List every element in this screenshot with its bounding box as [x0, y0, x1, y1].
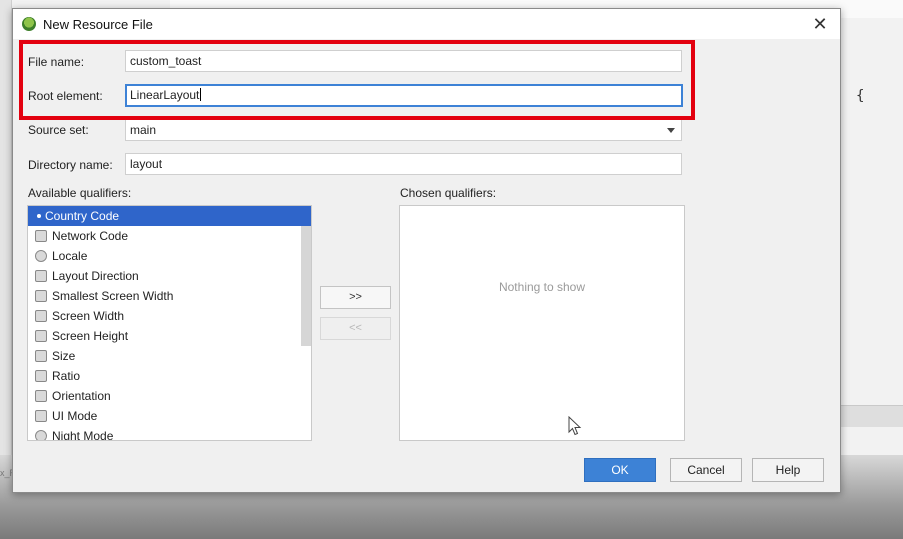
qualifier-item-network-code[interactable]: Network Code — [28, 226, 311, 246]
ide-panel-divider — [838, 405, 903, 427]
empty-state-text: Nothing to show — [498, 280, 586, 294]
qualifier-item-country-code[interactable]: Country Code — [28, 206, 311, 226]
qualifier-label: Screen Width — [52, 309, 125, 323]
qualifier-item-screen-height[interactable]: Screen Height — [28, 326, 311, 346]
ratio-icon — [35, 370, 47, 382]
available-qualifiers-label: Available qualifiers: — [28, 186, 132, 200]
qualifier-item-smallest-screen-width[interactable]: Smallest Screen Width — [28, 286, 311, 306]
source-set-dropdown[interactable]: main — [125, 119, 682, 141]
directory-name-input[interactable]: layout — [125, 153, 682, 175]
add-qualifier-button[interactable]: >> — [320, 286, 391, 309]
available-qualifiers-list[interactable]: Country Code Network Code Locale Layout … — [27, 205, 312, 441]
chosen-qualifiers-label: Chosen qualifiers: — [400, 186, 497, 200]
annotation-highlight-box — [19, 40, 695, 120]
qualifier-label: Country Code — [45, 209, 120, 223]
bullet-icon — [37, 214, 41, 218]
screen-height-icon — [35, 330, 47, 342]
size-icon — [35, 350, 47, 362]
qualifier-item-ratio[interactable]: Ratio — [28, 366, 311, 386]
remove-qualifier-button[interactable]: << — [320, 317, 391, 340]
source-set-label: Source set: — [28, 123, 89, 137]
night-mode-icon — [35, 430, 47, 440]
ide-gutter — [0, 0, 12, 470]
chosen-qualifiers-panel[interactable]: Nothing to show — [399, 205, 685, 441]
directory-name-label: Directory name: — [28, 158, 113, 172]
ok-button[interactable]: OK — [584, 458, 656, 482]
qualifier-label: Night Mode — [52, 429, 114, 441]
chevron-down-icon — [667, 128, 675, 133]
qualifier-label: Size — [52, 349, 76, 363]
android-studio-icon — [22, 17, 36, 31]
qualifier-item-locale[interactable]: Locale — [28, 246, 311, 266]
qualifier-label: UI Mode — [52, 409, 98, 423]
layout-direction-icon — [35, 270, 47, 282]
network-code-icon — [35, 230, 47, 242]
dialog-title: New Resource File — [43, 16, 153, 32]
source-set-value: main — [130, 123, 157, 137]
qualifier-item-layout-direction[interactable]: Layout Direction — [28, 266, 311, 286]
directory-name-value: layout — [130, 157, 163, 171]
qualifier-item-screen-width[interactable]: Screen Width — [28, 306, 311, 326]
qualifier-label: Ratio — [52, 369, 81, 383]
qualifier-item-size[interactable]: Size — [28, 346, 311, 366]
qualifier-label: Screen Height — [52, 329, 129, 343]
ui-mode-icon — [35, 410, 47, 422]
qualifier-label: Smallest Screen Width — [52, 289, 174, 303]
qualifier-item-night-mode[interactable]: Night Mode — [28, 426, 311, 441]
qualifier-item-orientation[interactable]: Orientation — [28, 386, 311, 406]
globe-icon — [35, 250, 47, 262]
help-button[interactable]: Help — [752, 458, 824, 482]
qualifier-label: Layout Direction — [52, 269, 139, 283]
screen-width-icon — [35, 310, 47, 322]
dialog-titlebar: New Resource File ✕ — [13, 9, 840, 39]
orientation-icon — [35, 390, 47, 402]
mouse-pointer-icon — [568, 416, 582, 436]
qualifier-label: Locale — [52, 249, 88, 263]
smallest-width-icon — [35, 290, 47, 302]
cancel-button[interactable]: Cancel — [670, 458, 742, 482]
qualifier-item-ui-mode[interactable]: UI Mode — [28, 406, 311, 426]
close-button[interactable]: ✕ — [808, 12, 832, 36]
qualifier-label: Network Code — [52, 229, 129, 243]
code-brace: { — [856, 88, 865, 104]
list-scrollbar[interactable] — [301, 226, 311, 346]
qualifier-label: Orientation — [52, 389, 111, 403]
